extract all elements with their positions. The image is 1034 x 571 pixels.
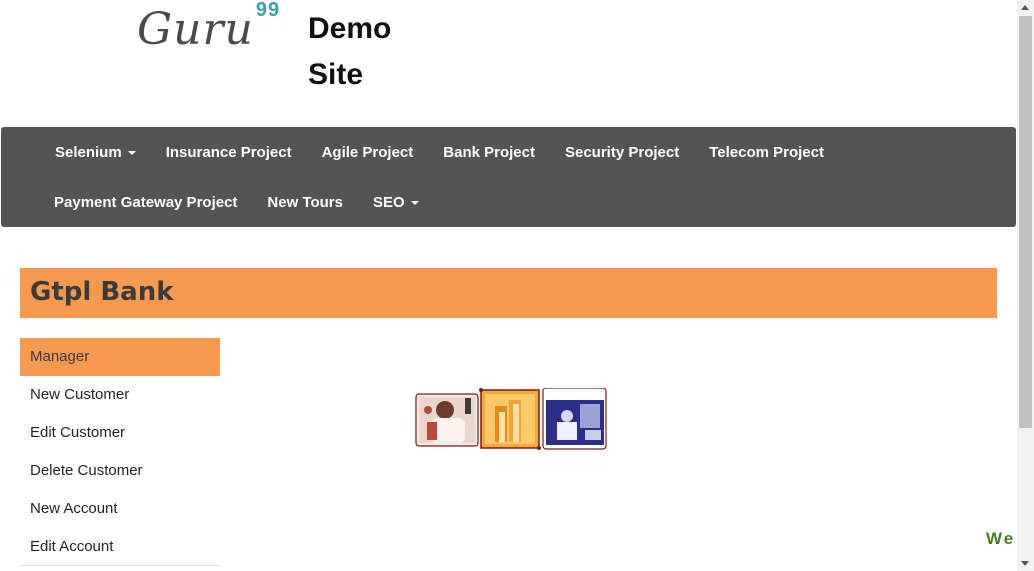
scroll-down-arrow-icon[interactable] (1021, 561, 1029, 566)
nav-row-2: Payment Gateway Project New Tours SEO (1, 177, 434, 227)
sidebar-item-new-customer[interactable]: New Customer (20, 376, 220, 414)
banner-photo-computer (542, 388, 607, 450)
sidebar-item-edit-customer[interactable]: Edit Customer (20, 414, 220, 452)
welcome-marquee: We (986, 529, 1016, 548)
sidebar-item-delete-customer[interactable]: Delete Customer (20, 452, 220, 490)
nav-seo-label: SEO (373, 193, 405, 211)
top-navbar: Selenium Insurance Project Agile Project… (1, 127, 1016, 227)
nav-insurance-project[interactable]: Insurance Project (151, 144, 307, 161)
banner-photo-coins (479, 388, 541, 450)
sidebar-item-edit-account[interactable]: Edit Account (20, 528, 220, 566)
guru99-logo[interactable]: Guru 99 (137, 0, 280, 55)
nav-bank-project[interactable]: Bank Project (428, 144, 550, 161)
vertical-scrollbar[interactable] (1017, 0, 1034, 571)
nav-telecom-project[interactable]: Telecom Project (694, 144, 839, 161)
sidebar-item-manager[interactable]: Manager (20, 338, 220, 376)
nav-payment-gateway-project[interactable]: Payment Gateway Project (39, 194, 252, 211)
demo-site-title: Demo Site (308, 6, 428, 98)
nav-security-project[interactable]: Security Project (550, 144, 694, 161)
logo-sup: 99 (255, 0, 281, 22)
scroll-up-arrow-icon[interactable] (1021, 5, 1029, 10)
bank-title-bar: Gtpl Bank (20, 268, 997, 318)
sidebar-divider (20, 565, 220, 566)
logo-text: Guru (137, 4, 254, 55)
nav-row-1: Selenium Insurance Project Agile Project… (1, 127, 839, 177)
demo-title-line1: Demo (308, 12, 392, 45)
sidebar-item-new-account[interactable]: New Account (20, 490, 220, 528)
demo-title-line2: Site (308, 58, 364, 91)
caret-down-icon (410, 200, 419, 205)
scroll-thumb[interactable] (1019, 16, 1032, 428)
nav-seo-dropdown[interactable]: SEO (358, 194, 434, 211)
bank-banner-image (415, 388, 607, 450)
nav-selenium-dropdown[interactable]: Selenium (40, 144, 151, 161)
nav-new-tours[interactable]: New Tours (252, 194, 358, 211)
nav-agile-project[interactable]: Agile Project (307, 144, 429, 161)
caret-down-icon (127, 150, 136, 155)
banner-photo-phone (415, 393, 479, 447)
sidebar-menu: Manager New Customer Edit Customer Delet… (20, 338, 220, 566)
bank-title: Gtpl Bank (30, 277, 174, 307)
nav-selenium-label: Selenium (55, 143, 122, 161)
